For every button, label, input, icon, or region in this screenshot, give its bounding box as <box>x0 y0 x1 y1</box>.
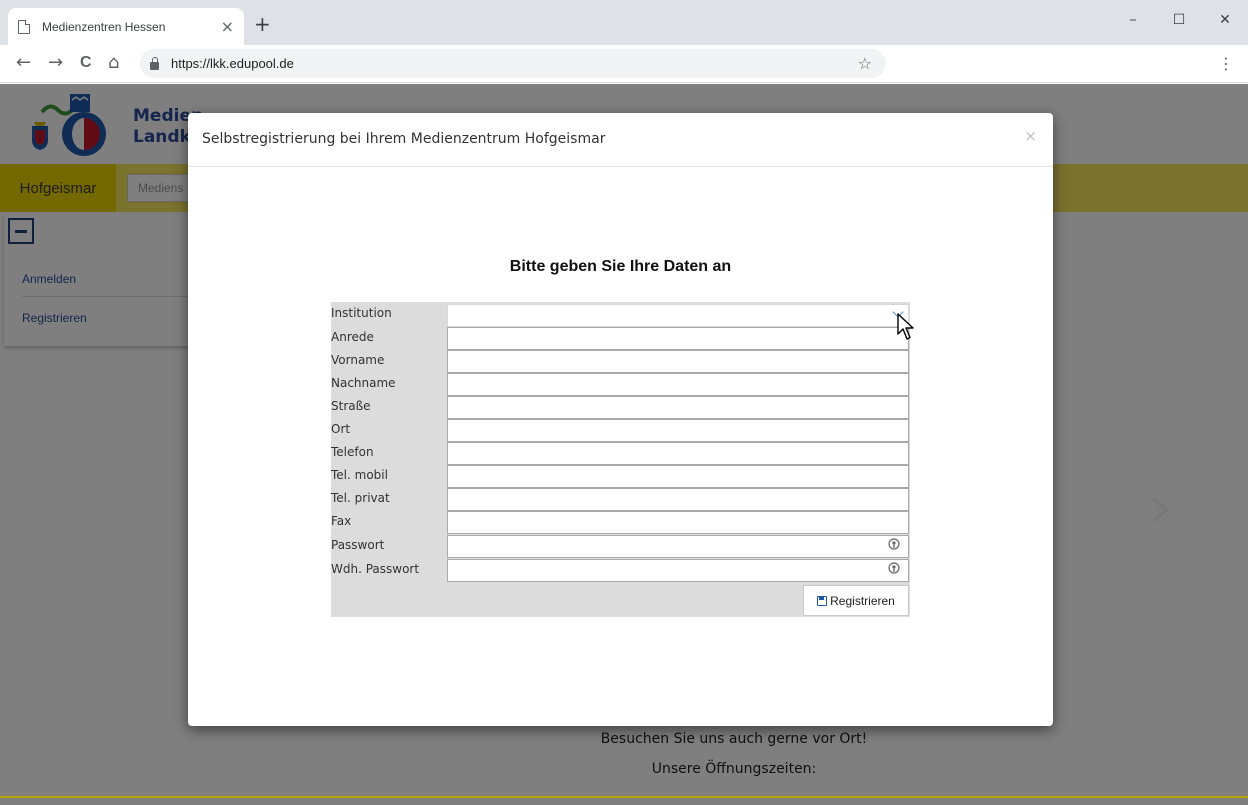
strasse-label: Straße <box>331 399 371 413</box>
strasse-input[interactable] <box>447 396 909 419</box>
bookmark-star-icon[interactable]: ☆ <box>858 54 872 73</box>
register-button-label: Registrieren <box>830 593 895 608</box>
wdh-passwort-input[interactable] <box>447 559 909 582</box>
wdh-passwort-label: Wdh. Passwort <box>331 562 420 576</box>
form-row-institution: Institution <box>331 303 910 327</box>
close-window-icon[interactable]: ✕ <box>1202 0 1248 40</box>
form-row-tel-privat: Tel. privat <box>331 488 910 511</box>
browser-menu-icon[interactable]: ⋮ <box>1218 54 1234 73</box>
form-row-wdh-passwort: Wdh. Passwort <box>331 559 910 582</box>
forward-arrow-icon[interactable]: → <box>48 53 63 73</box>
tel-mobil-input[interactable] <box>447 465 909 488</box>
ort-input[interactable] <box>447 419 909 442</box>
page-icon <box>18 19 30 34</box>
address-bar[interactable]: https://lkk.edupool.de ☆ <box>140 49 886 78</box>
passwort-label: Passwort <box>331 538 385 552</box>
passwort-input[interactable] <box>447 535 909 558</box>
vorname-label: Vorname <box>331 353 385 367</box>
tel-privat-label: Tel. privat <box>331 491 390 505</box>
minimize-icon[interactable]: – <box>1110 0 1156 40</box>
footer-line <box>0 796 1248 798</box>
url-text: https://lkk.edupool.de <box>171 56 294 71</box>
form-row-tel-mobil: Tel. mobil <box>331 465 910 488</box>
password-key-icon[interactable] <box>888 538 900 553</box>
ort-label: Ort <box>331 422 351 436</box>
carousel-next-icon[interactable] <box>1145 495 1175 525</box>
mouse-pointer-icon <box>897 313 914 340</box>
form-row-telefon: Telefon <box>331 442 910 465</box>
form-heading: Bitte geben Sie Ihre Daten an <box>509 258 732 275</box>
anrede-label: Anrede <box>331 330 374 344</box>
back-arrow-icon[interactable]: ← <box>16 53 31 73</box>
vorname-input[interactable] <box>447 350 909 373</box>
browser-tabbar: Medienzentren Hessen × + – ☐ ✕ <box>0 0 1248 45</box>
window-controls: – ☐ ✕ <box>1110 0 1248 40</box>
fax-label: Fax <box>331 514 352 528</box>
institution-select[interactable] <box>447 304 909 327</box>
browser-tab[interactable]: Medienzentren Hessen × <box>8 8 244 45</box>
institution-label: Institution <box>331 306 392 320</box>
form-row-strasse: Straße <box>331 396 910 419</box>
nachname-label: Nachname <box>331 376 396 390</box>
anrede-input[interactable] <box>447 327 909 350</box>
home-icon[interactable]: ⌂ <box>108 53 119 73</box>
nachname-input[interactable] <box>447 373 909 396</box>
new-tab-button[interactable]: + <box>254 14 271 34</box>
registration-form: Institution Anrede Vorname Nachname Stra… <box>331 302 910 617</box>
reload-icon[interactable]: C <box>80 53 92 73</box>
form-row-passwort: Passwort <box>331 535 910 558</box>
register-button[interactable]: Registrieren <box>803 585 909 616</box>
form-row-nachname: Nachname <box>331 373 910 396</box>
modal-title: Selbstregistrierung bei Ihrem Medienzent… <box>202 131 606 147</box>
registration-modal: Selbstregistrierung bei Ihrem Medienzent… <box>188 113 1053 726</box>
form-row-ort: Ort <box>331 419 910 442</box>
tab-close-icon[interactable]: × <box>221 17 234 36</box>
password-key-icon[interactable] <box>888 562 900 577</box>
form-row-anrede: Anrede <box>331 327 910 350</box>
modal-close-icon[interactable]: × <box>1024 127 1037 145</box>
tab-title: Medienzentren Hessen <box>42 19 166 34</box>
modal-header: Selbstregistrierung bei Ihrem Medienzent… <box>188 113 1053 167</box>
fax-input[interactable] <box>447 511 909 534</box>
form-row-fax: Fax <box>331 511 910 534</box>
lock-icon <box>150 56 159 70</box>
tel-mobil-label: Tel. mobil <box>331 468 388 482</box>
telefon-input[interactable] <box>447 442 909 465</box>
maximize-icon[interactable]: ☐ <box>1156 0 1202 40</box>
form-row-vorname: Vorname <box>331 350 910 373</box>
save-icon <box>817 595 828 606</box>
telefon-label: Telefon <box>331 445 374 459</box>
browser-toolbar: ← → C ⌂ https://lkk.edupool.de ☆ ⋮ <box>0 45 1248 83</box>
tel-privat-input[interactable] <box>447 488 909 511</box>
